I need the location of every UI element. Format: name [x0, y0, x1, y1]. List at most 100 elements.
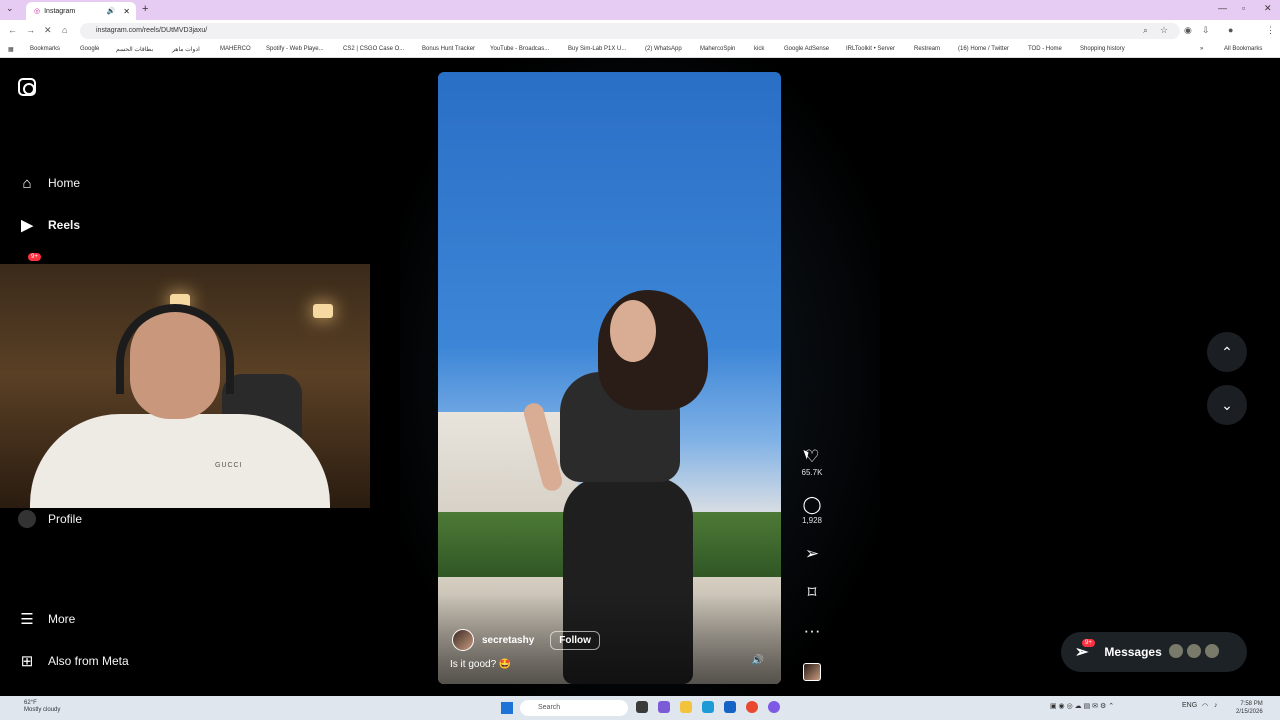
tab-list-chevron-icon[interactable]: ⌄ [6, 3, 14, 14]
profile-icon[interactable]: ● [1228, 25, 1233, 35]
speaker-tray-icon[interactable]: ♪ [1214, 702, 1218, 709]
like-count: 65.7K [801, 468, 823, 477]
home-browser-icon[interactable]: ⌂ [62, 25, 67, 35]
bookmark-item[interactable]: Bookmarks [30, 46, 60, 52]
clock-date: 2/15/2026 [1236, 709, 1263, 715]
chrome-icon[interactable] [746, 701, 758, 713]
tray-icons[interactable]: ▣ ◉ ◎ ☁ ▤ ✉ ⚙ ⌃ [1050, 702, 1114, 710]
bookmark-item[interactable]: TOD - Home [1028, 46, 1062, 52]
all-bookmarks-link[interactable]: All Bookmarks [1224, 46, 1262, 52]
instagram-logo-icon[interactable] [18, 78, 36, 96]
send-icon: ➢ [804, 544, 820, 563]
bookmark-item[interactable]: kick [754, 46, 764, 52]
reels-icon: ▶ [21, 217, 33, 234]
clock[interactable]: 7:58 PM 2/15/2026 [1236, 700, 1263, 716]
sidebar-item-reels[interactable]: ▶ Reels [18, 216, 80, 234]
avatar [18, 510, 36, 528]
instagram-favicon-icon: ◎ [34, 8, 41, 15]
maximize-icon[interactable]: ▫ [1242, 3, 1245, 13]
browser-tab[interactable]: ◎ Instagram 🔊 ✕ [26, 2, 136, 20]
sidebar-item-more[interactable]: ☰ More [18, 610, 75, 628]
previous-reel-button[interactable]: ⌃ [1207, 332, 1247, 372]
bookmark-item[interactable]: (16) Home / Twitter [958, 46, 1009, 52]
bookmark-item[interactable]: YouTube - Broadcas... [490, 46, 549, 52]
like-button[interactable]: ♡ 65.7K [800, 448, 824, 478]
bookmark-item[interactable]: Google AdSense [784, 46, 829, 52]
teams-icon[interactable] [658, 701, 670, 713]
close-window-icon[interactable]: ✕ [1264, 3, 1272, 14]
comment-count: 1,928 [801, 516, 823, 525]
language-indicator[interactable]: ENG [1182, 702, 1197, 709]
taskbar-search-text: Search [538, 704, 561, 711]
more-options-button[interactable]: ··· [800, 622, 824, 640]
tab-title: Instagram [44, 7, 76, 15]
share-button[interactable]: ➢ [800, 545, 824, 563]
bookmark-item[interactable]: Restream [914, 46, 940, 52]
browser-menu-icon[interactable]: ⋮ [1266, 25, 1275, 36]
stop-loading-icon[interactable]: ✕ [44, 25, 52, 36]
bookmark-item[interactable]: CS2 | CSGO Case O... [343, 46, 404, 52]
start-button[interactable] [501, 702, 513, 714]
next-reel-button[interactable]: ⌄ [1207, 385, 1247, 425]
messenger-app-icon[interactable] [768, 701, 780, 713]
edge-icon[interactable] [702, 701, 714, 713]
grid-icon: ⊞ [20, 653, 34, 670]
zoom-icon[interactable]: ⌕ [1143, 25, 1148, 36]
file-explorer-icon[interactable] [680, 701, 692, 713]
home-icon: ⌂ [22, 174, 32, 192]
bookmark-item[interactable]: Google [80, 46, 99, 52]
bookmark-item[interactable]: (2) WhatsApp [645, 46, 682, 52]
messages-badge: 9+ [1082, 639, 1095, 647]
bookmark-item[interactable]: MahercoSpin [700, 46, 735, 52]
wifi-icon[interactable]: ◠ [1202, 702, 1208, 710]
task-view-icon[interactable] [636, 701, 648, 713]
follow-button[interactable]: Follow [550, 630, 600, 650]
chevron-down-icon: ⌄ [1221, 396, 1233, 413]
bookmark-star-icon[interactable]: ☆ [1160, 25, 1168, 36]
audio-thumbnail[interactable] [803, 663, 821, 681]
taskbar-search[interactable]: Search [520, 700, 628, 716]
weather-widget[interactable]: 62°F Mostly cloudy [10, 700, 60, 714]
comment-button[interactable]: ◯ 1,928 [800, 496, 824, 526]
reel-video[interactable] [438, 72, 781, 684]
avatar[interactable] [452, 629, 474, 651]
save-button[interactable]: ⌑ [800, 584, 824, 602]
new-tab-button[interactable]: + [142, 3, 148, 15]
sidebar-item-also-from-meta[interactable]: ⊞ Also from Meta [18, 652, 129, 670]
url-field[interactable]: instagram.com/reels/DUtMVD3jaxu/ [80, 23, 1180, 39]
reel-caption: Is it good? 🤩 [450, 659, 512, 670]
windows-taskbar: 62°F Mostly cloudy Search ▣ ◉ ◎ ☁ ▤ ✉ ⚙ … [0, 696, 1280, 720]
avatar [1204, 643, 1220, 659]
bookmark-item[interactable]: ادوات ماهر [172, 46, 200, 53]
username[interactable]: secretashy [482, 635, 534, 646]
bookmark-item[interactable]: IRLToolkit • Server [846, 46, 895, 52]
downloads-icon[interactable]: ⇩ [1202, 25, 1210, 36]
store-icon[interactable] [724, 701, 736, 713]
volume-icon[interactable]: 🔊 [751, 655, 765, 669]
bookmark-item[interactable]: Shopping history [1080, 46, 1125, 52]
speaker-icon[interactable]: 🔊 [107, 7, 116, 15]
avatar [1168, 643, 1184, 659]
weather-condition: Mostly cloudy [24, 707, 61, 713]
apps-grid-icon[interactable]: ▦ [8, 46, 14, 53]
bookmark-item[interactable]: بطاقات الحسم [116, 46, 153, 53]
weather-temp: 62°F [24, 700, 37, 706]
bookmark-item[interactable]: Buy Sim-Lab P1X U... [568, 46, 626, 52]
extension-icon[interactable]: ◉ [1184, 25, 1192, 36]
bookmark-item[interactable]: Spotify - Web Playe... [266, 46, 324, 52]
sidebar-item-home[interactable]: ⌂ Home [18, 174, 80, 192]
ellipsis-icon: ··· [803, 621, 821, 640]
tab-close-icon[interactable]: ✕ [123, 7, 130, 16]
minimize-icon[interactable]: — [1218, 3, 1227, 13]
back-icon[interactable]: ← [8, 25, 17, 35]
more-bookmarks-icon[interactable]: » [1200, 46, 1203, 52]
instagram-page: ⌂ Home ▶ Reels 9+ GUCCI Profile ☰ More ⊞… [0, 58, 1280, 696]
lamp-shape [313, 304, 333, 318]
bookmark-icon: ⌑ [807, 583, 817, 602]
bookmark-item[interactable]: MAHERCO [220, 46, 251, 52]
shirt-shape [30, 414, 330, 508]
bookmark-item[interactable]: Bonus Hunt Tracker [422, 46, 475, 52]
sidebar-item-profile[interactable]: Profile [18, 510, 82, 528]
forward-icon[interactable]: → [26, 25, 35, 35]
webcam-overlay: GUCCI [0, 264, 370, 508]
